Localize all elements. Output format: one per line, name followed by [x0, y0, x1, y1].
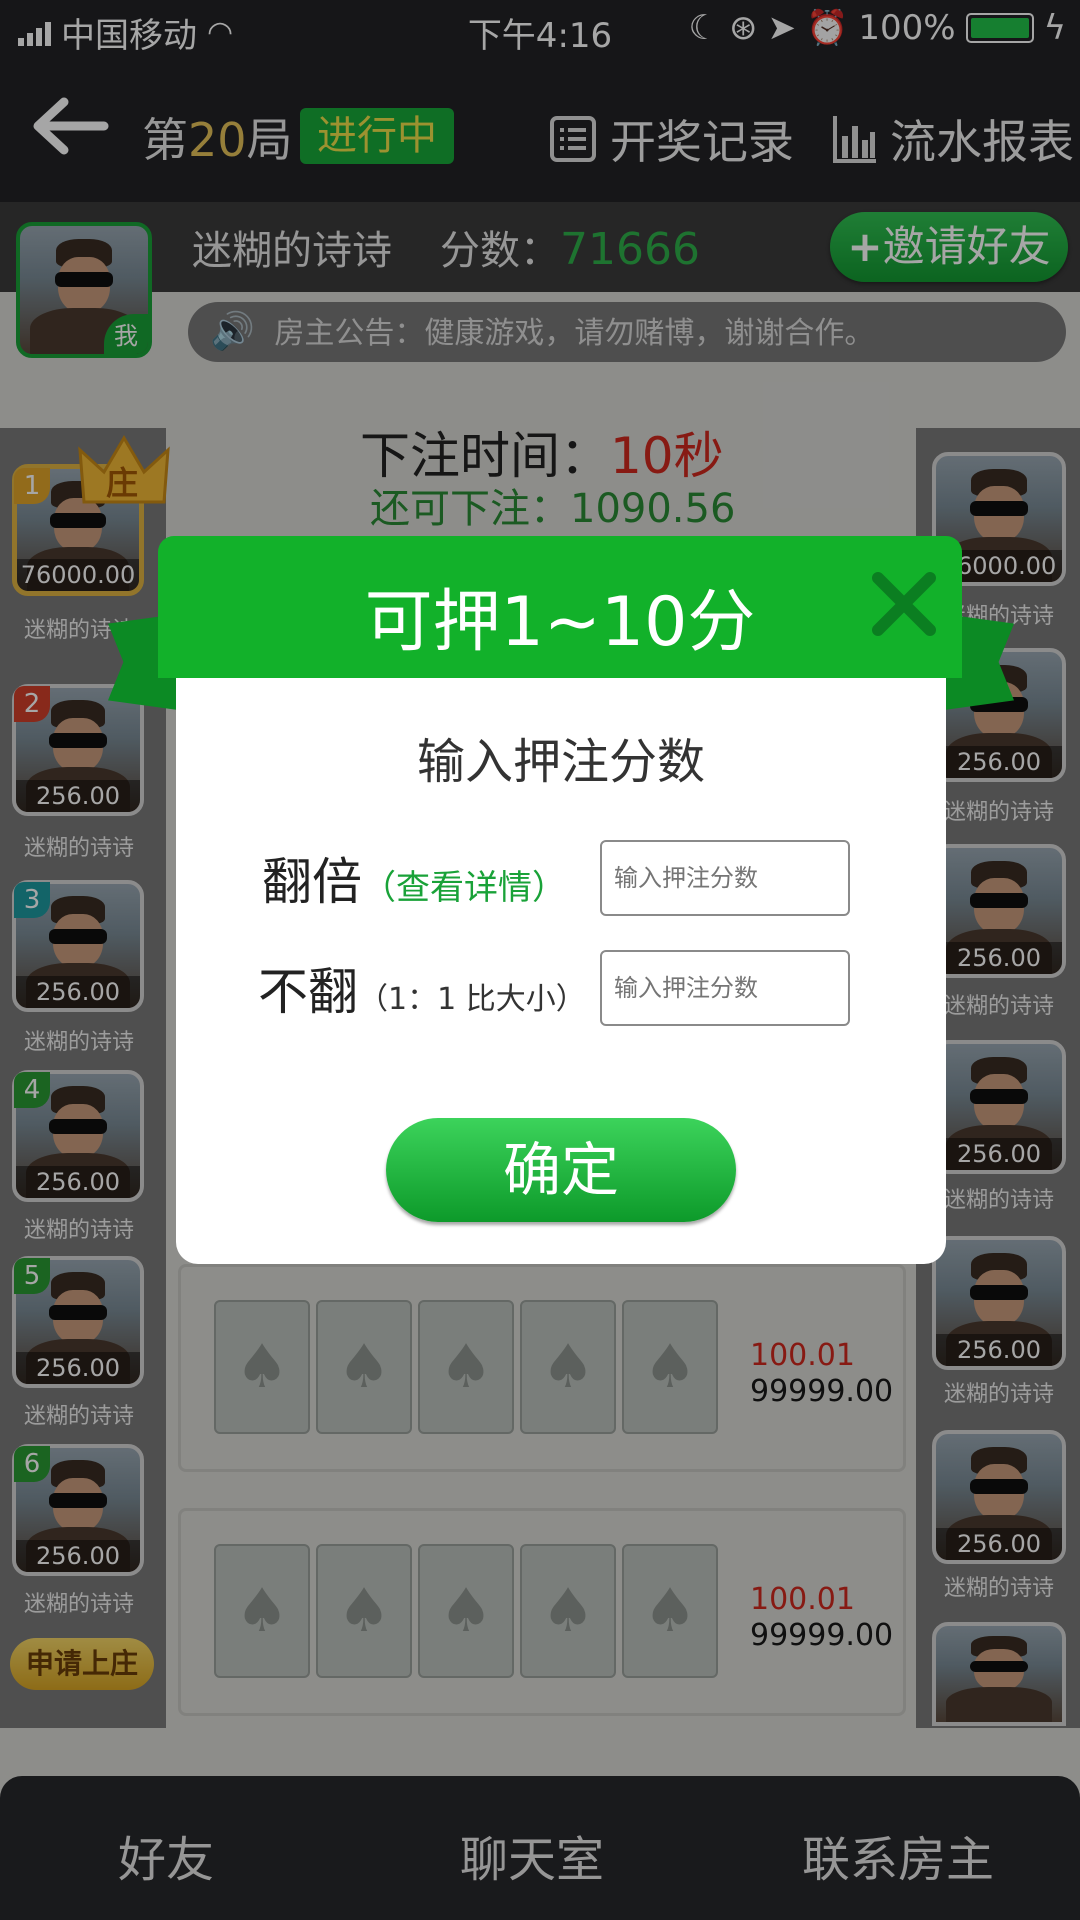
- close-icon[interactable]: [864, 564, 944, 644]
- dialog-subtitle: 输入押注分数: [416, 734, 705, 790]
- dialog-header: 可押1~10分: [158, 536, 962, 678]
- double-row-label: 翻倍（查看详情）: [262, 853, 566, 911]
- view-details-link[interactable]: （查看详情）: [362, 868, 566, 908]
- single-bet-input[interactable]: [600, 950, 850, 1026]
- dialog-title: 可押1~10分: [364, 583, 756, 662]
- single-row-label: 不翻（1：1 比大小）: [258, 963, 586, 1021]
- double-bet-input[interactable]: [600, 840, 850, 916]
- confirm-button[interactable]: 确定: [386, 1118, 736, 1222]
